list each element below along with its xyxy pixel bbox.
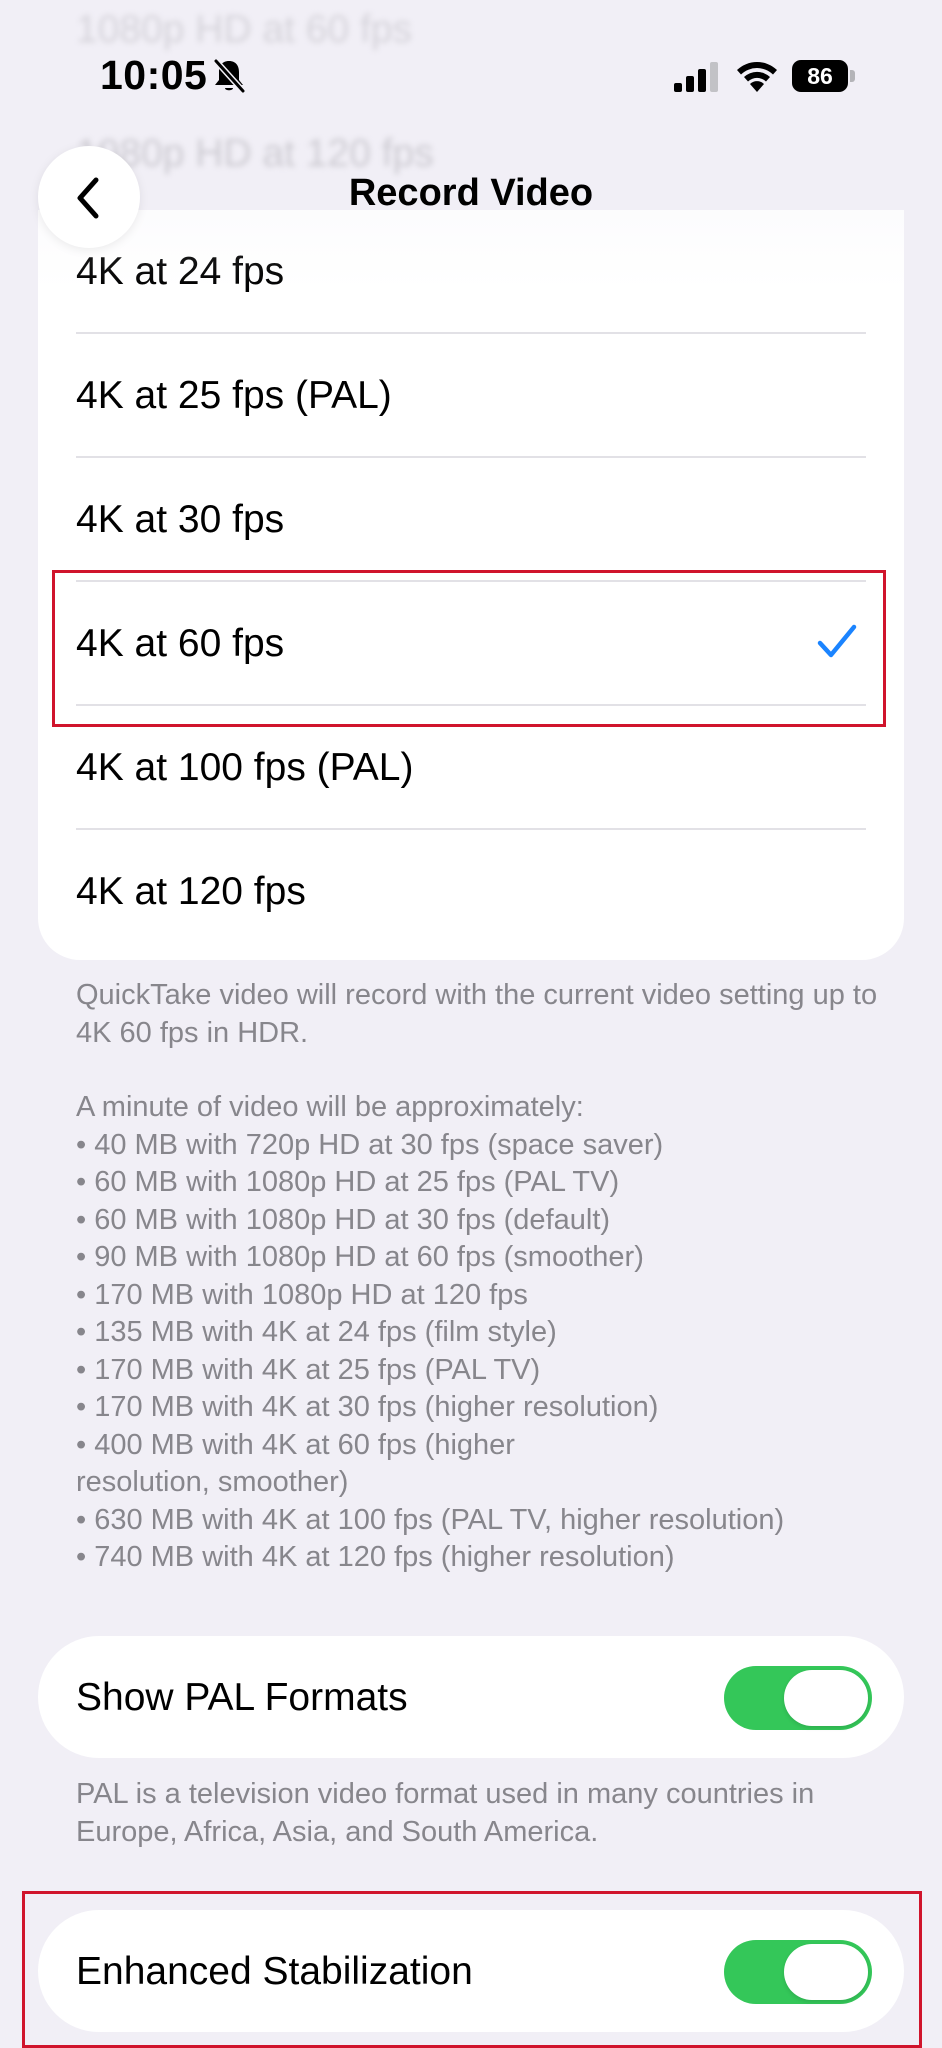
battery-level: 86 — [792, 60, 848, 92]
toggle-knob — [784, 1944, 868, 2000]
usage-list: • 40 MB with 720p HD at 30 fps (space sa… — [76, 1127, 896, 1577]
format-label: 4K at 25 fps (PAL) — [76, 374, 392, 417]
battery-icon: 86 — [792, 60, 856, 92]
format-row-4k-30[interactable]: 4K at 30 fps — [38, 458, 904, 582]
format-label: 4K at 60 fps — [76, 622, 285, 665]
usage-item: • 400 MB with 4K at 60 fps (higher resol… — [76, 1428, 515, 1499]
format-label: 4K at 120 fps — [76, 870, 306, 913]
format-row-4k-25-pal[interactable]: 4K at 25 fps (PAL) — [38, 334, 904, 458]
enhanced-stabilization-toggle[interactable] — [724, 1940, 872, 2004]
page-title: Record Video — [348, 172, 594, 214]
wifi-icon — [737, 62, 777, 92]
usage-intro: A minute of video will be approximately: — [76, 1091, 584, 1123]
video-format-list: 4K at 24 fps 4K at 25 fps (PAL) 4K at 30… — [38, 210, 904, 960]
format-row-4k-60[interactable]: 4K at 60 fps — [38, 582, 904, 706]
format-row-4k-120[interactable]: 4K at 120 fps — [38, 830, 904, 954]
usage-item: • 90 MB with 1080p HD at 60 fps (smoothe… — [76, 1241, 644, 1273]
status-bar: 10:05 86 — [0, 0, 942, 140]
show-pal-formats-toggle[interactable] — [724, 1666, 872, 1730]
cellular-signal-icon — [674, 62, 718, 92]
settings-screen: 1080p HD at 60 fps 1080p HD at 120 fps 4… — [0, 0, 942, 2048]
usage-item: • 60 MB with 1080p HD at 25 fps (PAL TV) — [76, 1166, 620, 1198]
usage-item: • 40 MB with 720p HD at 30 fps (space sa… — [76, 1128, 664, 1161]
checkmark-icon — [817, 624, 857, 658]
format-label: 4K at 24 fps — [76, 250, 285, 293]
toggle-knob — [784, 1670, 868, 1726]
pal-note: PAL is a television video format used in… — [76, 1778, 815, 1848]
storage-usage-info: A minute of video will be approximately:… — [76, 1089, 896, 1577]
format-label: 4K at 100 fps (PAL) — [76, 746, 414, 789]
bell-slash-icon — [213, 58, 246, 94]
status-time: 10:05 — [100, 52, 208, 98]
format-row-4k-24[interactable]: 4K at 24 fps — [38, 210, 904, 334]
battery-cap — [850, 70, 855, 82]
usage-item: • 60 MB with 1080p HD at 30 fps (default… — [76, 1203, 611, 1236]
show-pal-formats-label: Show PAL Formats — [76, 1676, 408, 1719]
usage-item: • 170 MB with 4K at 30 fps (higher resol… — [76, 1391, 659, 1423]
format-row-4k-100-pal[interactable]: 4K at 100 fps (PAL) — [38, 706, 904, 830]
usage-item: • 170 MB with 4K at 25 fps (PAL TV) — [76, 1353, 541, 1386]
quicktake-note: QuickTake video will record with the cur… — [76, 979, 878, 1049]
format-label: 4K at 30 fps — [76, 498, 285, 541]
show-pal-formats-row: Show PAL Formats — [38, 1636, 904, 1758]
enhanced-stabilization-row: Enhanced Stabilization — [38, 1910, 904, 2032]
usage-item: • 170 MB with 1080p HD at 120 fps — [76, 1278, 528, 1311]
usage-item: • 740 MB with 4K at 120 fps (higher reso… — [76, 1541, 675, 1573]
usage-item: • 135 MB with 4K at 24 fps (film style) — [76, 1316, 557, 1348]
enhanced-stabilization-label: Enhanced Stabilization — [76, 1950, 473, 1993]
usage-item: • 630 MB with 4K at 100 fps (PAL TV, hig… — [76, 1503, 785, 1536]
